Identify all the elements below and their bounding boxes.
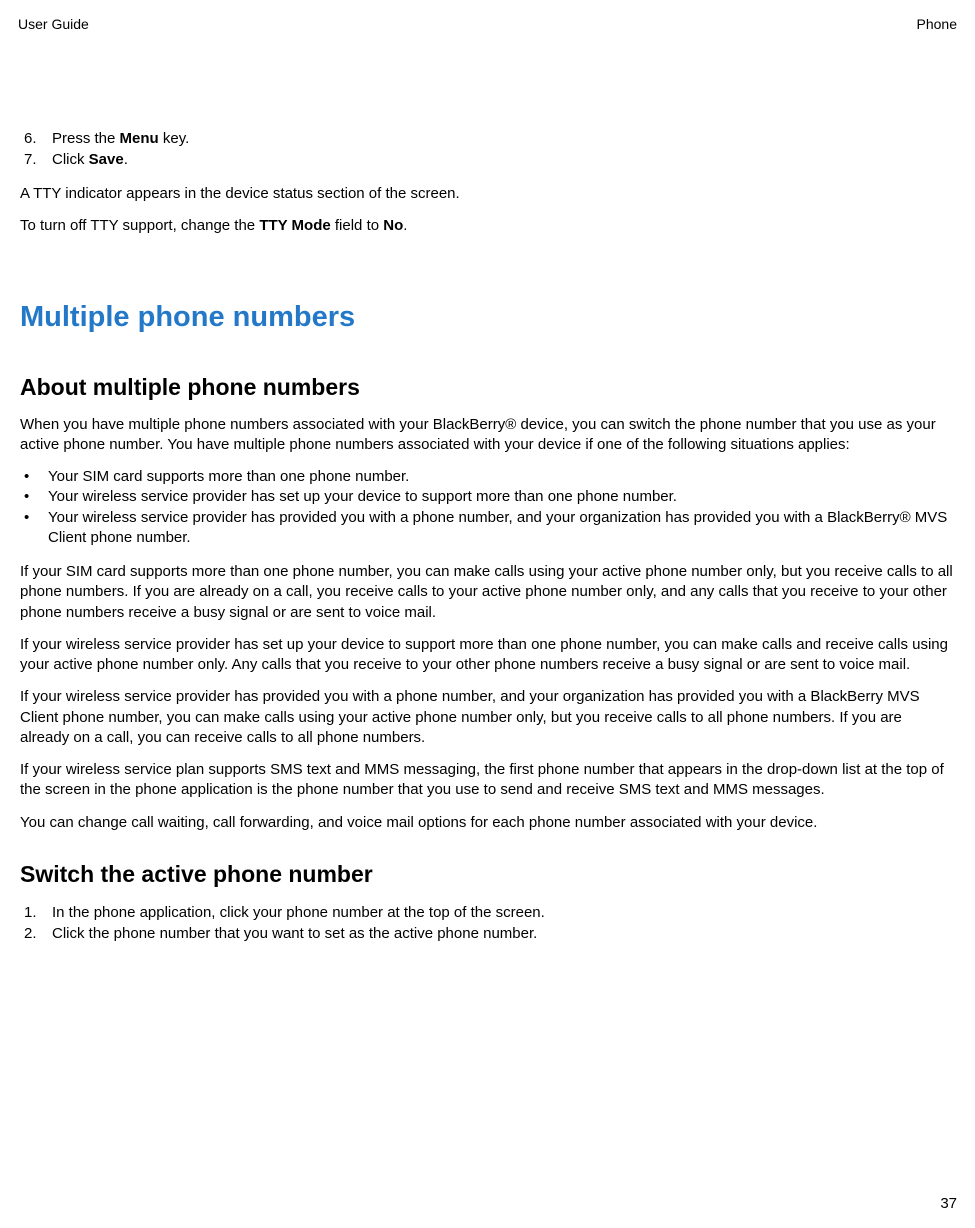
- page-number: 37: [940, 1195, 957, 1212]
- header-right: Phone: [917, 16, 957, 32]
- switch-step-2-number: 2.: [24, 923, 38, 944]
- switch-step-1-number: 1.: [24, 902, 38, 923]
- step-6-number: 6.: [24, 128, 38, 149]
- situation-1: • Your SIM card supports more than one p…: [20, 467, 955, 487]
- step-6: 6. Press the Menu key.: [20, 128, 955, 149]
- bullet-icon: •: [24, 487, 32, 507]
- paragraph-sim: If your SIM card supports more than one …: [20, 562, 955, 623]
- paragraph-mvs: If your wireless service provider has pr…: [20, 687, 955, 748]
- step-7: 7. Click Save.: [20, 149, 955, 170]
- tty-indicator-paragraph: A TTY indicator appears in the device st…: [20, 184, 955, 204]
- situation-3-text: Your wireless service provider has provi…: [48, 508, 955, 549]
- switch-step-2: 2. Click the phone number that you want …: [20, 923, 955, 944]
- step-7-number: 7.: [24, 149, 38, 170]
- page-content: 6. Press the Menu key. 7. Click Save. A …: [18, 128, 957, 944]
- heading-switch-active-phone-number: Switch the active phone number: [20, 861, 955, 888]
- situation-1-text: Your SIM card supports more than one pho…: [48, 467, 409, 487]
- paragraph-sms: If your wireless service plan supports S…: [20, 760, 955, 801]
- paragraph-provider: If your wireless service provider has se…: [20, 635, 955, 676]
- paragraph-options: You can change call waiting, call forwar…: [20, 813, 955, 833]
- tty-turnoff-paragraph: To turn off TTY support, change the TTY …: [20, 216, 955, 236]
- situation-2-text: Your wireless service provider has set u…: [48, 487, 677, 507]
- switch-step-1-text: In the phone application, click your pho…: [52, 902, 545, 923]
- intro-paragraph: When you have multiple phone numbers ass…: [20, 415, 955, 456]
- heading-about-multiple-phone-numbers: About multiple phone numbers: [20, 374, 955, 401]
- page-header: User Guide Phone: [18, 16, 957, 32]
- bullet-icon: •: [24, 508, 32, 549]
- step-7-text: Click Save.: [52, 149, 128, 170]
- switch-step-1: 1. In the phone application, click your …: [20, 902, 955, 923]
- situation-2: • Your wireless service provider has set…: [20, 487, 955, 507]
- heading-multiple-phone-numbers: Multiple phone numbers: [20, 301, 955, 334]
- step-6-text: Press the Menu key.: [52, 128, 189, 149]
- switch-steps-list: 1. In the phone application, click your …: [20, 902, 955, 944]
- switch-step-2-text: Click the phone number that you want to …: [52, 923, 537, 944]
- steps-list-continued: 6. Press the Menu key. 7. Click Save.: [20, 128, 955, 170]
- situation-3: • Your wireless service provider has pro…: [20, 508, 955, 549]
- bullet-icon: •: [24, 467, 32, 487]
- situations-list: • Your SIM card supports more than one p…: [20, 467, 955, 548]
- header-left: User Guide: [18, 16, 89, 32]
